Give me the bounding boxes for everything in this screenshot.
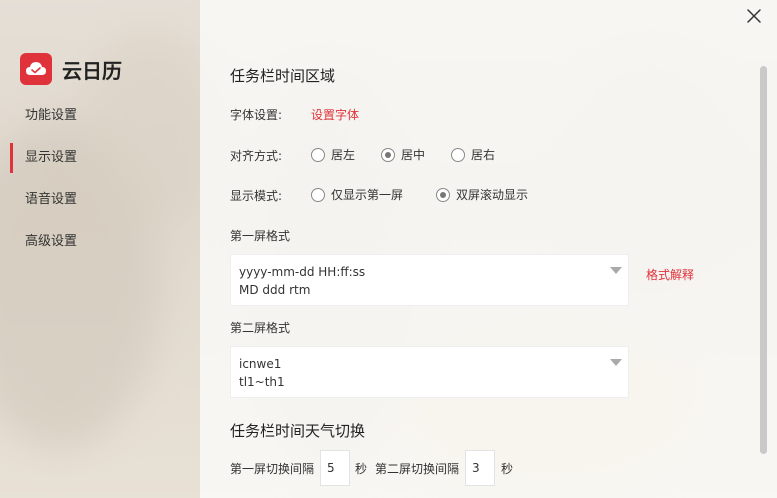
screen1-interval-label: 第一屏切换间隔 [230, 462, 315, 476]
sidebar-item-label: 语音设置 [25, 192, 78, 207]
radio-circle [311, 147, 325, 162]
sidebar-item-display-settings[interactable]: 显示设置 [0, 143, 200, 173]
screen2-interval-input[interactable]: 3 [465, 450, 495, 486]
radio-circle [311, 187, 325, 202]
align-center-radio[interactable]: 居中 [381, 146, 425, 163]
screen1-format-label: 第一屏格式 [230, 229, 291, 243]
first-screen-only-radio[interactable]: 仅显示第一屏 [311, 186, 403, 203]
screen1-interval-input[interactable]: 5 [320, 450, 350, 486]
close-icon [747, 9, 761, 23]
radio-circle [436, 187, 450, 202]
radio-circle [451, 147, 465, 162]
sidebar-item-label: 功能设置 [25, 108, 78, 123]
font-setting-label: 字体设置: [230, 108, 283, 122]
set-font-link[interactable]: 设置字体 [311, 106, 359, 123]
align-left-radio[interactable]: 居左 [311, 146, 355, 163]
seconds-unit-label: 秒 [501, 462, 514, 476]
sidebar-item-label: 显示设置 [25, 150, 78, 165]
format-line: MD ddd rtm [239, 283, 311, 297]
section-title-taskbar-time: 任务栏时间区域 [230, 67, 336, 85]
sidebar-item-label: 高级设置 [25, 234, 78, 249]
cloud-calendar-icon [20, 53, 52, 85]
format-help-link[interactable]: 格式解释 [646, 266, 694, 283]
active-indicator [10, 143, 13, 173]
radio-label: 居中 [401, 148, 426, 162]
screen2-format-combo[interactable]: icnwe1 tl1~th1 [230, 346, 629, 398]
sidebar-item-advanced-settings[interactable]: 高级设置 [0, 227, 200, 257]
dual-screen-scroll-radio[interactable]: 双屏滚动显示 [436, 186, 528, 203]
section-title-weather-switch: 任务栏时间天气切换 [230, 422, 366, 440]
chevron-down-icon[interactable] [610, 359, 622, 366]
chevron-down-icon[interactable] [610, 267, 622, 274]
app-logo: 云日历 [20, 53, 122, 85]
align-right-radio[interactable]: 居右 [451, 146, 495, 163]
screen2-format-label: 第二屏格式 [230, 321, 291, 335]
radio-label: 双屏滚动显示 [456, 188, 529, 202]
format-line: icnwe1 [239, 357, 282, 371]
sidebar-item-voice-settings[interactable]: 语音设置 [0, 185, 200, 215]
seconds-unit-label: 秒 [355, 462, 368, 476]
sidebar-item-function-settings[interactable]: 功能设置 [0, 101, 200, 131]
screen1-format-combo[interactable]: yyyy-mm-dd HH:ff:ss MD ddd rtm [230, 254, 629, 306]
screen2-interval-label: 第二屏切换间隔 [375, 462, 460, 476]
align-label: 对齐方式: [230, 149, 283, 163]
settings-window: 云日历 功能设置 显示设置 语音设置 高级设置 任务栏时间区域 字体设置: 设置… [0, 0, 777, 498]
format-line: yyyy-mm-dd HH:ff:ss [239, 265, 366, 279]
format-line: tl1~th1 [239, 375, 285, 389]
close-button[interactable] [742, 4, 766, 28]
app-name: 云日历 [62, 58, 122, 83]
radio-label: 仅显示第一屏 [331, 188, 404, 202]
radio-label: 居右 [471, 148, 496, 162]
display-mode-label: 显示模式: [230, 189, 283, 203]
radio-label: 居左 [331, 148, 356, 162]
radio-circle [381, 147, 395, 162]
vertical-scrollbar[interactable] [760, 66, 767, 454]
